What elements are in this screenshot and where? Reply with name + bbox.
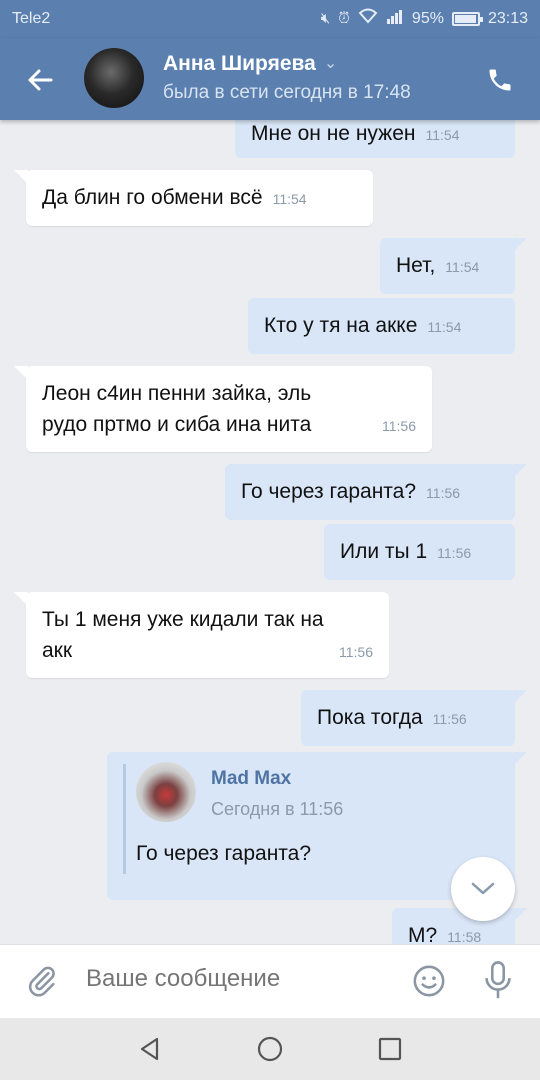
message-text: Ты 1 меня уже кидали так на акк <box>42 608 324 662</box>
nav-back-button[interactable] <box>132 1031 168 1067</box>
paperclip-icon <box>28 966 55 997</box>
circle-home-icon <box>257 1036 283 1062</box>
contact-name-row[interactable]: Анна Ширяева ⌄ <box>163 52 337 76</box>
battery-percent: 95% <box>411 10 444 27</box>
status-icons: 🔇︎ ⏰︎ 95% 23:13 <box>321 8 528 30</box>
smiley-icon <box>413 965 445 997</box>
clock: 23:13 <box>487 10 528 27</box>
triangle-back-icon <box>140 1037 159 1061</box>
call-button[interactable] <box>478 58 522 102</box>
message-text: Кто у тя на акке <box>264 314 418 337</box>
chat-header: Анна Ширяева ⌄ была в сети сегодня в 17:4… <box>0 38 540 120</box>
system-nav-bar <box>0 1018 540 1080</box>
message-text: Нет, <box>396 254 436 277</box>
message-time: 11:54 <box>427 319 462 335</box>
message-time: 11:58 <box>447 929 482 944</box>
forward-date: Сегодня в 11:56 <box>211 799 344 819</box>
message-text: Да блин го обмени всё <box>42 186 263 209</box>
message-text: Мне он не нужен <box>251 122 416 145</box>
message-bubble[interactable]: Леон с4ин пенни зайка, эль рудо пртмо и … <box>14 366 432 452</box>
message-input[interactable] <box>86 965 386 993</box>
message-bubble[interactable]: Го через гаранта? 11:56 <box>225 464 527 520</box>
status-bar: Tele2 🔇︎ ⏰︎ 95% 23:13 <box>0 0 540 38</box>
microphone-icon <box>485 961 511 999</box>
chevron-down-icon <box>471 882 495 895</box>
message-bubble[interactable]: Или ты 1 11:56 <box>324 524 515 580</box>
message-list[interactable]: Мне он не нужен 11:54 Да блин го обмени в… <box>0 120 540 944</box>
mute-icon: 🔇︎ <box>320 10 331 27</box>
message-text: Пока тогда <box>317 706 423 729</box>
message-time: 11:54 <box>445 259 480 275</box>
message-time: 11:54 <box>272 191 307 207</box>
message-bubble[interactable]: Да блин го обмени всё 11:54 <box>14 170 373 226</box>
voice-message-button[interactable] <box>478 959 518 1003</box>
message-bubble[interactable]: Нет, 11:54 <box>380 238 527 294</box>
phone-icon <box>489 69 511 91</box>
message-bubble[interactable]: Пока тогда 11:56 <box>301 690 527 746</box>
contact-last-seen: была в сети сегодня в 17:48 <box>163 82 411 103</box>
message-time: 11:56 <box>437 545 472 561</box>
battery-icon <box>451 12 483 26</box>
carrier-label: Tele2 <box>12 10 51 27</box>
scroll-to-bottom-button[interactable] <box>451 857 515 921</box>
back-button[interactable] <box>18 58 62 102</box>
message-bubble[interactable]: Мне он не нужен 11:54 <box>235 120 515 158</box>
forward-author-name[interactable]: Mad Max <box>211 768 291 790</box>
message-text: Леон с4ин пенни зайка, эль рудо пртмо и … <box>42 382 312 436</box>
message-time: 11:56 <box>382 418 416 434</box>
chevron-down-icon: ⌄ <box>323 55 338 72</box>
contact-name: Анна Ширяева <box>163 52 316 75</box>
message-bubble[interactable]: Кто у тя на акке 11:54 <box>248 298 515 354</box>
forward-author-avatar[interactable] <box>136 762 196 822</box>
contact-avatar[interactable] <box>84 48 144 108</box>
message-time: 11:56 <box>432 711 467 727</box>
alarm-icon: ⏰︎ <box>338 10 350 27</box>
message-bubble[interactable]: Ты 1 меня уже кидали так на акк 11:56 <box>14 592 389 678</box>
message-composer <box>0 944 540 1018</box>
square-recents-icon <box>378 1037 402 1061</box>
nav-recents-button[interactable] <box>372 1031 408 1067</box>
message-text: Го через гаранта? <box>241 480 417 503</box>
battery-fill <box>454 15 476 23</box>
message-time: 11:56 <box>339 644 373 660</box>
forward-text: Го через гаранта? <box>136 842 312 865</box>
message-time: 11:56 <box>426 485 461 501</box>
nav-home-button[interactable] <box>252 1031 288 1067</box>
message-time: 11:54 <box>425 127 460 143</box>
attach-button[interactable] <box>22 961 62 1001</box>
signal-icon <box>386 8 404 30</box>
forward-quote-bar <box>123 764 126 874</box>
wifi-icon <box>358 8 378 30</box>
message-text: Или ты 1 <box>340 540 428 563</box>
emoji-button[interactable] <box>409 961 449 1001</box>
arrow-left-icon <box>28 69 53 91</box>
message-text: М? <box>408 924 438 944</box>
